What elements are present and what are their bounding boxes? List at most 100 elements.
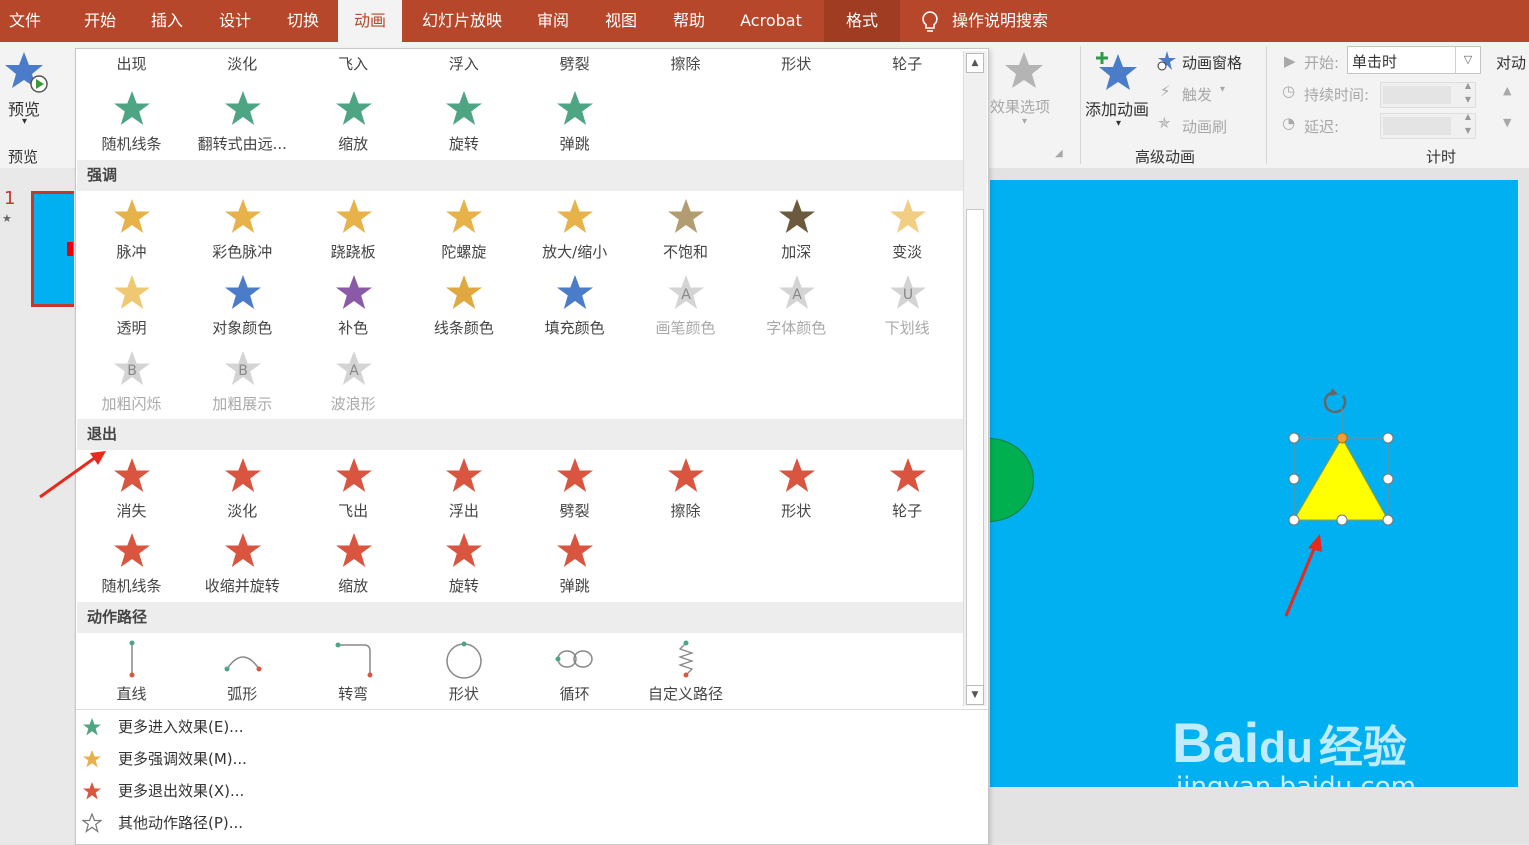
trigger-chevron-icon[interactable]: ▾ — [1220, 84, 1225, 95]
exit-effect-row2-1[interactable]: 收缩并旋转 — [187, 527, 298, 603]
search-tell-me[interactable]: 操作说明搜索 — [952, 0, 1062, 42]
triangle-selection[interactable] — [1286, 376, 1398, 536]
tab-file[interactable]: 文件 — [0, 0, 50, 42]
exit-effect-5[interactable]: 擦除 — [630, 452, 741, 528]
exit-effect-2[interactable]: 飞出 — [298, 452, 409, 528]
slide-canvas[interactable]: Baidu 经验 jingyan.baidu.com — [990, 180, 1518, 787]
emphasis-effect-5[interactable]: 不饱和 — [630, 193, 741, 269]
exit-effect-row2-0[interactable]: 随机线条 — [76, 527, 187, 603]
emphasis-effect-row2-6[interactable]: A 字体颜色 — [741, 269, 852, 345]
entrance-effect-7[interactable]: 轮子 — [852, 47, 963, 75]
motion-path-2[interactable]: 转弯 — [298, 635, 409, 711]
emphasis-effect-row2-7[interactable]: U 下划线 — [852, 269, 963, 345]
emphasis-effect-3[interactable]: 陀螺旋 — [408, 193, 519, 269]
exit-effect-row2-4[interactable]: 弹跳 — [519, 527, 630, 603]
move-later-icon[interactable]: ▼ — [1503, 116, 1511, 129]
slide-thumbnail[interactable] — [31, 191, 74, 307]
add-animation-button[interactable]: 添加动画 — [1085, 96, 1149, 120]
emphasis-effect-6[interactable]: 加深 — [741, 193, 852, 269]
entrance-effect-1[interactable]: 淡化 — [187, 47, 298, 75]
trigger-button[interactable]: 触发 — [1182, 84, 1212, 105]
entrance-effect-6[interactable]: 形状 — [741, 47, 852, 75]
emphasis-effect-4[interactable]: 放大/缩小 — [519, 193, 630, 269]
entrance-effect-row2-4[interactable]: 弹跳 — [519, 85, 630, 161]
tab-insert[interactable]: 插入 — [136, 0, 198, 42]
gallery-scrollbar[interactable]: ▲ ▼ — [963, 51, 987, 706]
emphasis-effect-row2-1[interactable]: 对象颜色 — [187, 269, 298, 345]
effect-options-chevron-icon[interactable]: ▾ — [1022, 116, 1027, 127]
preview-star-icon[interactable] — [4, 50, 48, 94]
tab-review[interactable]: 审阅 — [522, 0, 584, 42]
emphasis-effect-2[interactable]: 跷跷板 — [298, 193, 409, 269]
green-circle-shape[interactable] — [990, 438, 1034, 522]
motion-path-1[interactable]: 弧形 — [187, 635, 298, 711]
add-animation-chevron-icon[interactable]: ▾ — [1116, 118, 1121, 129]
spin-up-icon[interactable]: ▲ — [1465, 112, 1471, 121]
entrance-effect-row2-2[interactable]: 缩放 — [298, 85, 409, 161]
tab-transitions[interactable]: 切换 — [272, 0, 334, 42]
tab-animations[interactable]: 动画 — [338, 0, 402, 42]
more-motion-paths[interactable]: 其他动作路径(P)... — [76, 807, 988, 839]
entrance-effect-3[interactable]: 浮入 — [408, 47, 519, 75]
entrance-effect-row2-1[interactable]: 翻转式由远... — [187, 85, 298, 161]
tab-slideshow[interactable]: 幻灯片放映 — [410, 0, 514, 42]
emphasis-effect-row3-1[interactable]: B 加粗展示 — [187, 345, 298, 421]
emphasis-effect-row3-0[interactable]: B 加粗闪烁 — [76, 345, 187, 421]
emphasis-effect-row2-5[interactable]: A 画笔颜色 — [630, 269, 741, 345]
exit-effect-0[interactable]: 消失 — [76, 452, 187, 528]
emphasis-effect-row2-4[interactable]: 填充颜色 — [519, 269, 630, 345]
more-exit-effects[interactable]: 更多退出效果(X)... — [76, 775, 988, 807]
tab-help[interactable]: 帮助 — [658, 0, 720, 42]
animation-pane-button[interactable]: 动画窗格 — [1182, 52, 1242, 73]
move-earlier-icon[interactable]: ▲ — [1503, 84, 1511, 97]
tab-view[interactable]: 视图 — [590, 0, 652, 42]
exit-effect-1[interactable]: 淡化 — [187, 452, 298, 528]
start-select[interactable]: 单击时 ▽ — [1347, 46, 1481, 74]
delay-input[interactable] — [1383, 117, 1451, 135]
preview-chevron-icon[interactable]: ▾ — [22, 116, 27, 127]
emphasis-effect-row2-3[interactable]: 线条颜色 — [408, 269, 519, 345]
exit-effect-row2-2[interactable]: 缩放 — [298, 527, 409, 603]
entrance-effect-2[interactable]: 飞入 — [298, 47, 409, 75]
emphasis-effect-1[interactable]: 彩色脉冲 — [187, 193, 298, 269]
scroll-up-arrow-icon[interactable]: ▲ — [966, 53, 984, 73]
motion-path-4[interactable]: 循环 — [519, 635, 630, 711]
duration-input[interactable] — [1383, 86, 1451, 104]
entrance-effect-4[interactable]: 劈裂 — [519, 47, 630, 75]
effect-options-button[interactable]: 效果选项 — [990, 96, 1050, 117]
scroll-down-arrow-icon[interactable]: ▼ — [966, 685, 984, 705]
more-emphasis-effects[interactable]: 更多强调效果(M)... — [76, 743, 988, 775]
emphasis-effect-row2-0[interactable]: 透明 — [76, 269, 187, 345]
scroll-thumb[interactable] — [966, 209, 984, 687]
entrance-effect-row2-0[interactable]: 随机线条 — [76, 85, 187, 161]
emphasis-effect-row3-2[interactable]: A 波浪形 — [298, 345, 409, 421]
spin-down-icon[interactable]: ▼ — [1465, 95, 1471, 104]
emphasis-effect-row2-2[interactable]: 补色 — [298, 269, 409, 345]
start-dropdown-chevron-icon[interactable]: ▽ — [1455, 47, 1480, 73]
exit-effect-3[interactable]: 浮出 — [408, 452, 519, 528]
exit-effect-6[interactable]: 形状 — [741, 452, 852, 528]
emphasis-effect-0[interactable]: 脉冲 — [76, 193, 187, 269]
tab-acrobat[interactable]: Acrobat — [728, 0, 814, 42]
tab-format[interactable]: 格式 — [824, 0, 900, 42]
more-entrance-effects[interactable]: 更多进入效果(E)... — [76, 711, 988, 743]
animation-painter-button[interactable]: 动画刷 — [1182, 116, 1227, 137]
emphasis-effect-7[interactable]: 变淡 — [852, 193, 963, 269]
delay-spinner[interactable]: ▲ ▼ — [1380, 112, 1476, 139]
tab-home[interactable]: 开始 — [68, 0, 132, 42]
exit-effect-row2-3[interactable]: 旋转 — [408, 527, 519, 603]
duration-spinner[interactable]: ▲ ▼ — [1380, 81, 1476, 108]
entrance-effect-0[interactable]: 出现 — [76, 47, 187, 75]
motion-path-0[interactable]: 直线 — [76, 635, 187, 711]
motion-path-5[interactable]: 自定义路径 — [630, 635, 741, 711]
exit-effect-7[interactable]: 轮子 — [852, 452, 963, 528]
tab-design[interactable]: 设计 — [204, 0, 266, 42]
add-animation-star-icon[interactable] — [1094, 50, 1138, 94]
spin-up-icon[interactable]: ▲ — [1465, 81, 1471, 90]
entrance-effect-row2-3[interactable]: 旋转 — [408, 85, 519, 161]
motion-path-3[interactable]: 形状 — [408, 635, 519, 711]
spin-down-icon[interactable]: ▼ — [1465, 126, 1471, 135]
exit-effect-4[interactable]: 劈裂 — [519, 452, 630, 528]
dialog-launcher-icon[interactable]: ◢ — [1055, 148, 1063, 159]
entrance-effect-5[interactable]: 擦除 — [630, 47, 741, 75]
